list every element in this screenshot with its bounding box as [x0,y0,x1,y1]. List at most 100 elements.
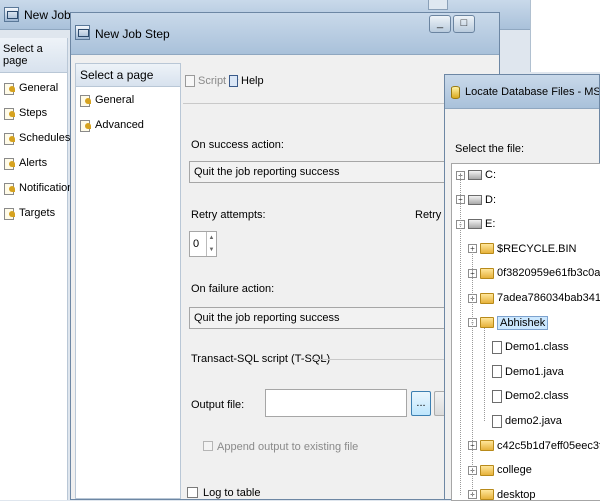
script-icon [185,75,195,87]
locate-db-titlebar[interactable]: Locate Database Files - MSCLIENT-012 [445,75,599,109]
job-step-nav-panel: Select a page General Advanced [75,63,181,499]
tree-drive-item[interactable]: - E: [456,215,495,233]
new-job-page-list: General Steps Schedules Alerts Notifications… [0,73,79,225]
page-icon [4,207,16,220]
file-icon [492,340,502,354]
locate-db-title: Locate Database Files - MSCLIENT-012 [465,86,599,98]
tree-folder-item[interactable]: - Abhishek [468,314,549,332]
page-icon [4,157,16,170]
tree-item-label: E: [485,218,496,231]
file-icon [492,389,502,403]
page-item-targets[interactable]: Targets [0,200,67,225]
browse-label: ... [416,397,426,409]
tree-file-item[interactable]: Demo1.class [480,338,569,356]
tree-item-label: demo2.java [505,415,562,427]
drive-icon [468,219,482,230]
browse-button[interactable]: ... [411,391,431,416]
job-step-title: New Job Step [95,27,170,41]
append-output-checkbox[interactable] [203,441,213,451]
tree-item-label: C: [485,169,496,181]
job-step-select-page-header: Select a page [76,64,180,87]
database-icon [451,86,460,99]
append-output-label: Append output to existing file [217,441,359,453]
job-step-page-list: General Advanced [76,87,180,137]
window-icon [75,25,90,40]
output-file-input[interactable] [265,389,407,417]
new-job-select-page-header: Select a page [0,38,67,73]
new-job-step-window: New Job Step _ □ Select a page General Ad… [70,12,500,500]
tree-connector [484,327,485,421]
tree-folder-item[interactable]: +7adea786034bab3412ed95 [468,289,600,307]
tree-file-item[interactable]: Demo2.class [480,387,569,405]
tree-folder-item[interactable]: + college [468,461,532,479]
page-icon [4,182,16,195]
page-item-schedules[interactable]: Schedules [0,125,71,150]
tree-item-label: Abhishek [497,315,549,330]
tree-folder-item[interactable]: +0f3820959e61fb3c0ac4ae132d3068a [468,264,600,282]
new-job-title: New Job [24,8,71,22]
log-to-table-checkbox[interactable] [187,487,198,498]
tree-connector [472,248,473,495]
tree-folder-item[interactable]: + $RECYCLE.BIN [468,240,576,258]
tree-folder-item[interactable]: +c42c5b1d7eff05eec3f31d4&b1 [468,437,600,455]
background-window-edge [530,0,600,72]
locate-db-window: Locate Database Files - MSCLIENT-012 Sel… [444,74,600,501]
tree-item-label: 0f3820959e61fb3c0ac4ae132d3068a [497,267,600,280]
folder-icon [480,440,494,452]
page-item-label: Alerts [19,156,48,169]
page-item-general[interactable]: General [76,87,180,112]
page-item-general[interactable]: General [0,75,67,100]
on-failure-label: On failure action: [191,283,275,295]
folder-icon [480,489,494,500]
page-item-label: Steps [19,106,48,119]
background-close-button[interactable] [428,0,448,10]
select-file-label: Select the file: [455,143,525,155]
spinner-up-icon[interactable]: ▲ [206,232,216,244]
log-to-table-label: Log to table [203,487,261,499]
help-button[interactable]: Help [229,75,264,87]
minimize-button[interactable]: _ [429,15,451,33]
page-item-notifications[interactable]: Notifications [0,175,79,200]
on-success-label: On success action: [191,139,284,151]
file-tree: + C: + D: - E: + $RECYCLE.BIN +0f3820959e61fb3c0… [451,163,600,501]
job-step-titlebar[interactable]: New Job Step _ □ [71,13,499,55]
folder-icon [480,267,494,279]
drive-icon [468,170,482,180]
tree-drive-item[interactable]: + D: [456,191,496,209]
page-item-label: Schedules [19,131,71,144]
retry-attempts-value: 0 [193,238,200,250]
page-item-alerts[interactable]: Alerts [0,150,67,175]
drive-icon [468,194,482,205]
page-icon [80,94,92,107]
tree-connector [460,175,461,495]
tree-item-label: Demo1.java [505,365,564,378]
spinner-down-icon[interactable]: ▼ [206,244,216,256]
output-file-label: Output file: [191,399,245,411]
page-item-label: Advanced [95,118,144,131]
page-icon [4,82,16,95]
page-item-advanced[interactable]: Advanced [76,112,180,137]
maximize-button[interactable]: □ [453,15,475,33]
folder-icon [480,243,494,255]
page-item-label: Targets [19,206,56,219]
tree-file-item[interactable]: Demo1.java [480,363,564,381]
tree-item-label: Demo1.class [505,341,569,354]
folder-icon [480,292,494,304]
tree-folder-item[interactable]: + desktop [468,486,536,500]
tree-item-label: college [497,464,532,477]
new-job-nav-panel: Select a page General Steps Schedules Alert… [0,38,79,500]
page-item-label: General [95,93,135,106]
retry-attempts-spinner[interactable]: 0 ▲ ▼ [189,231,217,257]
tree-drive-item[interactable]: + C: [456,166,496,184]
tree-item-label: 7adea786034bab3412ed95 [497,292,600,304]
tree-item-label: Demo2.class [505,390,569,403]
page-icon [4,132,16,145]
tree-item-label: D: [485,193,496,206]
folder-icon [480,317,494,329]
help-icon [229,75,238,87]
file-icon [492,365,502,379]
tree-file-item[interactable]: demo2.java [480,412,562,430]
page-item-steps[interactable]: Steps [0,100,67,125]
window-icon [4,7,19,22]
tree-item-label: c42c5b1d7eff05eec3f31d4&b1 [497,439,600,452]
